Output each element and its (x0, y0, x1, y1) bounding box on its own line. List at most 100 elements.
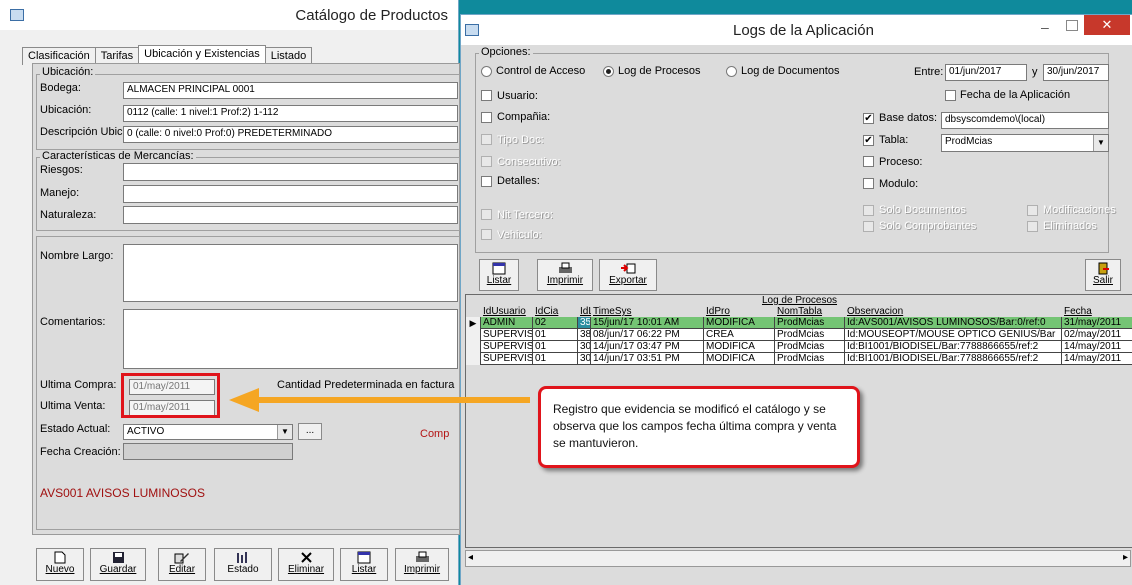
close-icon[interactable]: ✕ (1084, 15, 1130, 35)
compania-checkbox[interactable] (481, 112, 492, 123)
usuario-checkbox[interactable] (481, 90, 492, 101)
table-cell[interactable]: ProdMcias (775, 353, 845, 365)
solo-comprobantes-checkbox[interactable] (863, 221, 874, 232)
catalog-titlebar[interactable]: Catálogo de Productos (0, 0, 458, 30)
table-cell[interactable]: Id:BI1001/BIODISEL/Bar:7788866655/ref:2 (845, 341, 1062, 353)
editar-button[interactable]: Editar (158, 548, 206, 581)
radio-log-documentos[interactable] (726, 66, 737, 77)
table-cell[interactable]: 389 (578, 329, 591, 341)
riesgos-field[interactable] (123, 163, 458, 181)
eliminar-button[interactable]: Eliminar (278, 548, 334, 581)
table-cell[interactable]: 15/jun/17 10:01 AM (591, 317, 704, 329)
modulo-checkbox[interactable] (863, 178, 874, 189)
salir-button[interactable]: Salir (1085, 259, 1121, 291)
table-cell[interactable]: Id:BI1001/BIODISEL/Bar:7788866655/ref:2 (845, 353, 1062, 365)
table-cell[interactable]: 02 (533, 317, 578, 329)
table-cell[interactable]: MODIFICA (704, 353, 775, 365)
table-cell[interactable]: 01 (533, 341, 578, 353)
ubicacion-field[interactable]: 0112 (calle: 1 nivel:1 Prof:2) 1-112 (123, 105, 458, 122)
bodega-field[interactable]: ALMACEN PRINCIPAL 0001 (123, 82, 458, 99)
guardar-button[interactable]: Guardar (90, 548, 146, 581)
proceso-checkbox[interactable] (863, 156, 874, 167)
eliminados-checkbox[interactable] (1027, 221, 1038, 232)
table-cell[interactable]: 31/may/2011 (1062, 317, 1132, 329)
column-header[interactable]: IdPro (704, 306, 775, 317)
table-row[interactable]: ▶ ADMIN 02 35 15/jun/17 10:01 AM MODIFICA Prod… (466, 317, 1132, 329)
column-header[interactable]: IdLo (578, 306, 591, 317)
minimize-icon[interactable]: – (1041, 19, 1049, 35)
table-cell[interactable]: MODIFICA (704, 341, 775, 353)
nombre-largo-field[interactable] (123, 244, 458, 302)
table-cell[interactable]: Id:AVS001/AVISOS LUMINOSOS/Bar:0/ref:0 (845, 317, 1062, 329)
date-from-field[interactable]: 01/jun/2017 (945, 64, 1027, 81)
table-cell[interactable]: MODIFICA (704, 317, 775, 329)
column-header[interactable]: TimeSys (591, 306, 704, 317)
estado-select[interactable]: ACTIVO ▼ (123, 424, 293, 440)
radio-control-acceso[interactable] (481, 66, 492, 77)
table-cell[interactable]: 14/jun/17 03:51 PM (591, 353, 704, 365)
base-datos-checkbox[interactable]: ✔ (863, 113, 874, 124)
row-indicator[interactable] (466, 329, 481, 341)
horizontal-scrollbar[interactable]: ◂ ▸ (465, 550, 1131, 567)
fecha-app-checkbox[interactable] (945, 90, 956, 101)
modificaciones-checkbox[interactable] (1027, 205, 1038, 216)
column-header[interactable]: Observacion (845, 306, 1062, 317)
nuevo-button[interactable]: Nuevo (36, 548, 84, 581)
table-cell[interactable]: 35 (578, 317, 591, 329)
scroll-left-icon[interactable]: ◂ (468, 552, 473, 563)
table-cell[interactable]: SUPERVISOR (481, 353, 533, 365)
manejo-field[interactable] (123, 185, 458, 203)
table-cell[interactable]: 02/may/2011 (1062, 329, 1132, 341)
table-cell[interactable]: 14/jun/17 03:47 PM (591, 341, 704, 353)
estado-ellipsis-button[interactable]: ... (298, 423, 322, 440)
radio-log-procesos[interactable] (603, 66, 614, 77)
table-cell[interactable]: ProdMcias (775, 317, 845, 329)
column-header[interactable]: IdUsuario (481, 306, 533, 317)
nit-tercero-checkbox[interactable] (481, 209, 492, 220)
estado-button[interactable]: Estado (214, 548, 272, 581)
tipo-doc-checkbox[interactable] (481, 134, 492, 145)
tabla-select[interactable]: ProdMcias ▼ (941, 134, 1109, 152)
column-header[interactable]: NomTabla (775, 306, 845, 317)
naturaleza-field[interactable] (123, 206, 458, 224)
solo-documentos-checkbox[interactable] (863, 205, 874, 216)
listar-button[interactable]: Listar (340, 548, 388, 581)
date-to-field[interactable]: 30/jun/2017 (1043, 64, 1109, 81)
fecha-creacion-field[interactable] (123, 443, 293, 460)
imprimir-button[interactable]: Imprimir (395, 548, 449, 581)
row-indicator[interactable] (466, 341, 481, 353)
descripcion-field[interactable]: 0 (calle: 0 nivel:0 Prof:0) PREDETERMINA… (123, 126, 458, 143)
exportar-button[interactable]: Exportar (599, 259, 657, 291)
detalles-checkbox[interactable] (481, 176, 492, 187)
imprimir-log-button[interactable]: Imprimir (537, 259, 593, 291)
column-header[interactable]: IdCia (533, 306, 578, 317)
table-row[interactable]: SUPERVISOR01304114/jun/17 03:47 PMMODIFI… (466, 341, 1132, 353)
table-cell[interactable]: 14/may/2011 (1062, 353, 1132, 365)
table-cell[interactable]: ADMIN (481, 317, 533, 329)
logs-titlebar[interactable]: Logs de la Aplicación – ✕ (461, 15, 1132, 45)
table-cell[interactable]: 01 (533, 329, 578, 341)
maximize-icon[interactable] (1066, 20, 1078, 31)
listar-log-button[interactable]: Listar (479, 259, 519, 291)
table-cell[interactable]: SUPERVISOR (481, 329, 533, 341)
table-cell[interactable]: ProdMcias (775, 329, 845, 341)
base-datos-field[interactable]: dbsyscomdemo\(local) (941, 112, 1109, 129)
table-cell[interactable]: 08/jun/17 06:22 PM (591, 329, 704, 341)
table-cell[interactable]: 14/may/2011 (1062, 341, 1132, 353)
column-header[interactable]: Fecha (1062, 306, 1132, 317)
table-cell[interactable]: CREA (704, 329, 775, 341)
table-cell[interactable]: 01 (533, 353, 578, 365)
table-cell[interactable]: 3043 (578, 353, 591, 365)
table-row[interactable]: SUPERVISOR01304314/jun/17 03:51 PMMODIFI… (466, 353, 1132, 365)
table-cell[interactable]: ProdMcias (775, 341, 845, 353)
consecutivo-checkbox[interactable] (481, 156, 492, 167)
scroll-right-icon[interactable]: ▸ (1123, 552, 1128, 563)
row-indicator[interactable]: ▶ (466, 317, 481, 329)
table-cell[interactable]: Id:MOUSEOPT/MOUSE OPTICO GENIUS/Bar (845, 329, 1062, 341)
row-indicator[interactable] (466, 353, 481, 365)
table-cell[interactable]: 3041 (578, 341, 591, 353)
vehiculo-checkbox[interactable] (481, 229, 492, 240)
table-cell[interactable]: SUPERVISOR (481, 341, 533, 353)
comentarios-field[interactable] (123, 309, 458, 369)
table-row[interactable]: SUPERVISOR0138908/jun/17 06:22 PMCREAPro… (466, 329, 1132, 341)
